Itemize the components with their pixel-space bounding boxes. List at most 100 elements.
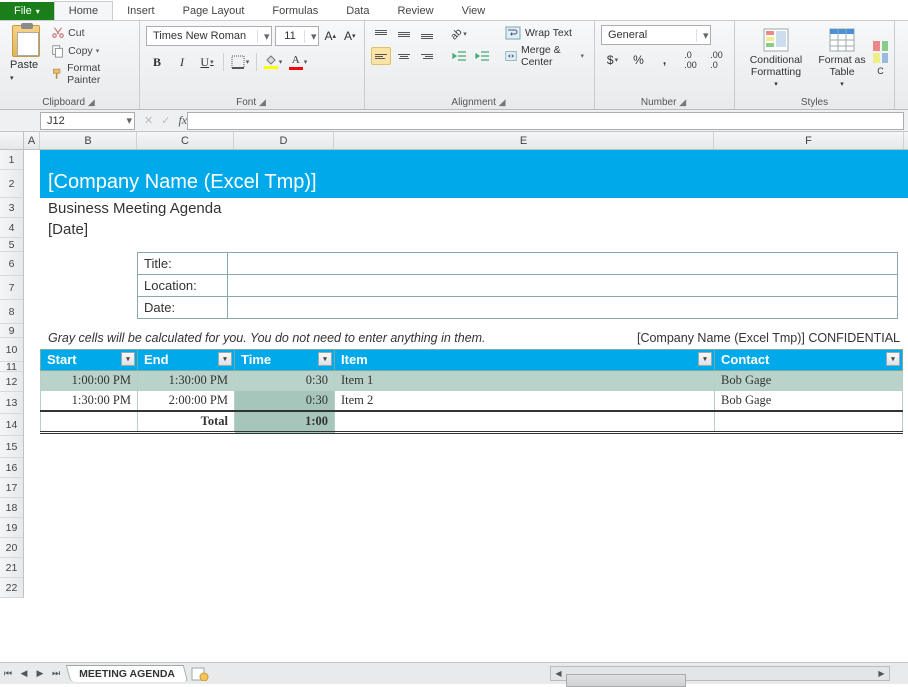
tab-view[interactable]: View xyxy=(448,2,500,20)
decrease-font-button[interactable]: A▾ xyxy=(342,25,359,47)
number-format-combo[interactable]: General▾ xyxy=(601,25,711,45)
format-as-table-button[interactable]: Format as Table▾ xyxy=(814,25,870,92)
hdr-time[interactable]: Time▾ xyxy=(235,350,335,371)
meta-location-value[interactable] xyxy=(228,275,898,297)
tab-file[interactable]: File▾ xyxy=(0,2,54,20)
date-cell[interactable]: [Date] xyxy=(40,219,908,240)
row-7[interactable]: 7 xyxy=(0,276,23,300)
col-B[interactable]: B xyxy=(40,132,137,149)
align-right-button[interactable] xyxy=(417,47,437,65)
scroll-left-icon[interactable]: ◀ xyxy=(551,669,566,678)
tab-nav-first[interactable]: ⏮ xyxy=(0,666,16,682)
filter-icon[interactable]: ▾ xyxy=(218,352,232,366)
col-E[interactable]: E xyxy=(334,132,714,149)
row-17[interactable]: 17 xyxy=(0,478,23,498)
col-D[interactable]: D xyxy=(234,132,334,149)
row-5[interactable]: 5 xyxy=(0,238,23,252)
align-top-button[interactable] xyxy=(371,25,391,43)
meta-location-label[interactable]: Location: xyxy=(138,275,228,297)
filter-icon[interactable]: ▾ xyxy=(121,352,135,366)
scroll-right-icon[interactable]: ▶ xyxy=(874,669,889,678)
horizontal-scrollbar[interactable]: ◀ ▶ xyxy=(550,666,890,681)
table-row[interactable]: 1:30:00 PM 2:00:00 PM 0:30 Item 2 Bob Ga… xyxy=(41,391,903,412)
scroll-thumb[interactable] xyxy=(566,674,686,687)
filter-icon[interactable]: ▾ xyxy=(886,352,900,366)
align-left-button[interactable] xyxy=(371,47,391,65)
meta-date-value[interactable] xyxy=(228,297,898,319)
paste-button[interactable]: Paste ▾ xyxy=(6,23,46,85)
underline-button[interactable]: U▾ xyxy=(196,51,218,73)
tab-nav-next[interactable]: ▶ xyxy=(32,666,48,682)
meta-title-label[interactable]: Title: xyxy=(138,253,228,275)
formula-bar-input[interactable] xyxy=(187,112,904,130)
row-1[interactable]: 1 xyxy=(0,150,23,170)
align-center-button[interactable] xyxy=(394,47,414,65)
col-F[interactable]: F xyxy=(714,132,904,149)
format-painter-button[interactable]: Format Painter xyxy=(49,61,133,87)
select-all-corner[interactable] xyxy=(0,132,24,149)
row-6[interactable]: 6 xyxy=(0,252,23,276)
row-18[interactable]: 18 xyxy=(0,498,23,518)
copy-button[interactable]: Copy ▾ xyxy=(49,43,133,59)
row-16[interactable]: 16 xyxy=(0,458,23,478)
tab-data[interactable]: Data xyxy=(332,2,383,20)
cut-button[interactable]: Cut xyxy=(49,25,133,41)
worksheet-grid[interactable]: [Company Name (Excel Tmp)] Business Meet… xyxy=(24,150,908,598)
align-bottom-button[interactable] xyxy=(417,25,437,43)
percent-button[interactable]: % xyxy=(627,49,650,71)
row-20[interactable]: 20 xyxy=(0,538,23,558)
row-11[interactable]: 11 xyxy=(0,362,23,372)
fill-color-button[interactable]: ▾ xyxy=(262,51,284,73)
row-22[interactable]: 22 xyxy=(0,578,23,598)
tab-insert[interactable]: Insert xyxy=(113,2,169,20)
align-middle-button[interactable] xyxy=(394,25,414,43)
filter-icon[interactable]: ▾ xyxy=(698,352,712,366)
row-4[interactable]: 4 xyxy=(0,218,23,238)
font-size-combo[interactable]: 11▾ xyxy=(275,26,319,46)
row-12[interactable]: 12 xyxy=(0,372,23,392)
wrap-text-button[interactable]: Wrap Text xyxy=(501,25,588,41)
decrease-indent-button[interactable] xyxy=(449,47,469,65)
hdr-end[interactable]: End▾ xyxy=(138,350,235,371)
increase-font-button[interactable]: A▴ xyxy=(322,25,339,47)
cell-styles-button[interactable]: C xyxy=(873,37,888,79)
tab-nav-last[interactable]: ⏭ xyxy=(48,666,64,682)
decrease-decimal-button[interactable]: .00.0 xyxy=(705,49,728,71)
row-2[interactable]: 2 xyxy=(0,170,23,198)
row-14[interactable]: 14 xyxy=(0,414,23,436)
enter-formula-icon[interactable]: ✓ xyxy=(161,114,170,127)
conditional-formatting-button[interactable]: Conditional Formatting▾ xyxy=(741,25,811,92)
total-row[interactable]: Total 1:00 xyxy=(41,411,903,433)
row-19[interactable]: 19 xyxy=(0,518,23,538)
comma-button[interactable]: , xyxy=(653,49,676,71)
font-name-combo[interactable]: Times New Roman▾ xyxy=(146,26,272,46)
col-A[interactable]: A xyxy=(24,132,40,149)
row-21[interactable]: 21 xyxy=(0,558,23,578)
cancel-formula-icon[interactable]: ✕ xyxy=(144,114,153,127)
row-10[interactable]: 10 xyxy=(0,338,23,362)
sheet-tab-meeting-agenda[interactable]: MEETING AGENDA xyxy=(66,665,188,682)
hdr-item[interactable]: Item▾ xyxy=(335,350,715,371)
tab-formulas[interactable]: Formulas xyxy=(258,2,332,20)
fx-icon[interactable]: fx xyxy=(178,113,187,128)
merge-center-button[interactable]: Merge & Center ▾ xyxy=(501,43,588,69)
border-button[interactable]: ▾ xyxy=(229,51,251,73)
name-box[interactable]: J12▾ xyxy=(40,112,135,130)
table-row[interactable]: 1:00:00 PM 1:30:00 PM 0:30 Item 1 Bob Ga… xyxy=(41,371,903,391)
hdr-start[interactable]: Start▾ xyxy=(41,350,138,371)
tab-page-layout[interactable]: Page Layout xyxy=(169,2,259,20)
italic-button[interactable]: I xyxy=(171,51,193,73)
tab-home[interactable]: Home xyxy=(54,1,113,20)
row-13[interactable]: 13 xyxy=(0,392,23,414)
row-8[interactable]: 8 xyxy=(0,300,23,324)
subtitle-cell[interactable]: Business Meeting Agenda xyxy=(40,198,908,219)
row-15[interactable]: 15 xyxy=(0,436,23,458)
company-title-cell[interactable]: [Company Name (Excel Tmp)] xyxy=(40,150,908,198)
increase-decimal-button[interactable]: .0.00 xyxy=(679,49,702,71)
col-C[interactable]: C xyxy=(137,132,234,149)
increase-indent-button[interactable] xyxy=(472,47,492,65)
meta-title-value[interactable] xyxy=(228,253,898,275)
row-3[interactable]: 3 xyxy=(0,198,23,218)
font-color-button[interactable]: A▾ xyxy=(287,51,309,73)
filter-icon[interactable]: ▾ xyxy=(318,352,332,366)
